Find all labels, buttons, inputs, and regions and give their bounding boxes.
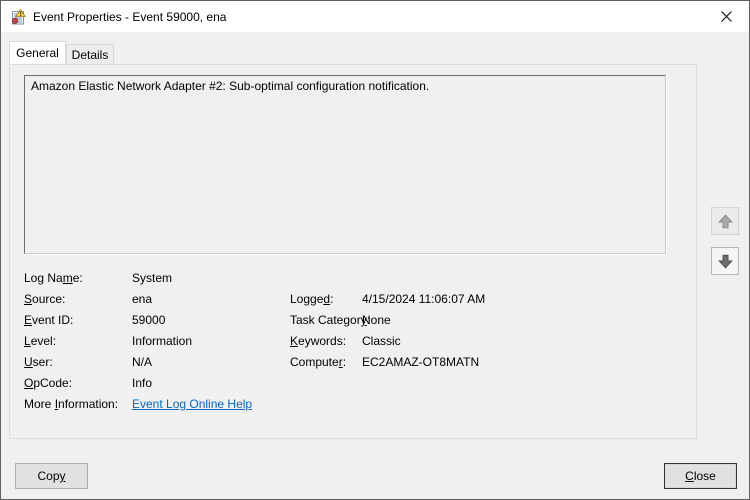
- user-value: N/A: [132, 352, 152, 373]
- copy-button[interactable]: Copy: [15, 463, 88, 489]
- log-name-label: Log Name:: [24, 268, 83, 289]
- window-title: Event Properties - Event 59000, ena: [33, 10, 226, 24]
- keywords-label: Keywords:: [290, 331, 346, 352]
- source-label: Source:: [24, 289, 65, 310]
- log-name-value: System: [132, 268, 172, 289]
- close-button[interactable]: Close: [664, 463, 737, 489]
- source-value: ena: [132, 289, 152, 310]
- event-description-box[interactable]: Amazon Elastic Network Adapter #2: Sub-o…: [24, 75, 666, 254]
- user-label: User:: [24, 352, 53, 373]
- computer-value: EC2AMAZ-OT8MATN: [362, 352, 479, 373]
- event-id-label: Event ID:: [24, 310, 73, 331]
- property-row-user-computer: User: N/A Computer: EC2AMAZ-OT8MATN: [24, 352, 684, 373]
- previous-event-button[interactable]: [711, 207, 739, 235]
- property-row-level-keywords: Level: Information Keywords: Classic: [24, 331, 684, 352]
- property-row-more-information: More Information: Event Log Online Help: [24, 394, 684, 415]
- close-icon: [721, 11, 732, 22]
- logged-value: 4/15/2024 11:06:07 AM: [362, 289, 485, 310]
- down-arrow-icon: [717, 253, 734, 270]
- event-id-value: 59000: [132, 310, 165, 331]
- computer-label: Computer:: [290, 352, 346, 373]
- title-bar[interactable]: Event Properties - Event 59000, ena: [1, 1, 749, 32]
- up-arrow-icon: [717, 213, 734, 230]
- task-category-value: None: [362, 310, 391, 331]
- next-event-button[interactable]: [711, 247, 739, 275]
- window-close-button[interactable]: [704, 1, 749, 32]
- opcode-label: OpCode:: [24, 373, 72, 394]
- event-log-online-help-link[interactable]: Event Log Online Help: [132, 394, 252, 415]
- keywords-value: Classic: [362, 331, 401, 352]
- tab-details-label: Details: [72, 48, 109, 62]
- more-information-label: More Information:: [24, 394, 118, 415]
- logged-label: Logged:: [290, 289, 333, 310]
- property-row-source-logged: Source: ena Logged: 4/15/2024 11:06:07 A…: [24, 289, 684, 310]
- tab-general[interactable]: General: [9, 41, 66, 64]
- property-row-log-name: Log Name: System: [24, 268, 684, 289]
- tab-details[interactable]: Details: [66, 44, 114, 64]
- tab-general-label: General: [16, 46, 59, 60]
- property-row-eventid-taskcategory: Event ID: 59000 Task Category: None: [24, 310, 684, 331]
- event-description-text: Amazon Elastic Network Adapter #2: Sub-o…: [31, 79, 429, 93]
- event-properties-dialog: Event Properties - Event 59000, ena Gene…: [0, 0, 750, 500]
- task-category-label: Task Category:: [290, 310, 370, 331]
- level-value: Information: [132, 331, 192, 352]
- event-properties-grid: Log Name: System Source: ena Logged: 4/1…: [24, 268, 684, 415]
- event-properties-icon: [10, 9, 26, 25]
- general-tab-panel: Amazon Elastic Network Adapter #2: Sub-o…: [9, 64, 697, 439]
- property-row-opcode: OpCode: Info: [24, 373, 684, 394]
- level-label: Level:: [24, 331, 56, 352]
- opcode-value: Info: [132, 373, 152, 394]
